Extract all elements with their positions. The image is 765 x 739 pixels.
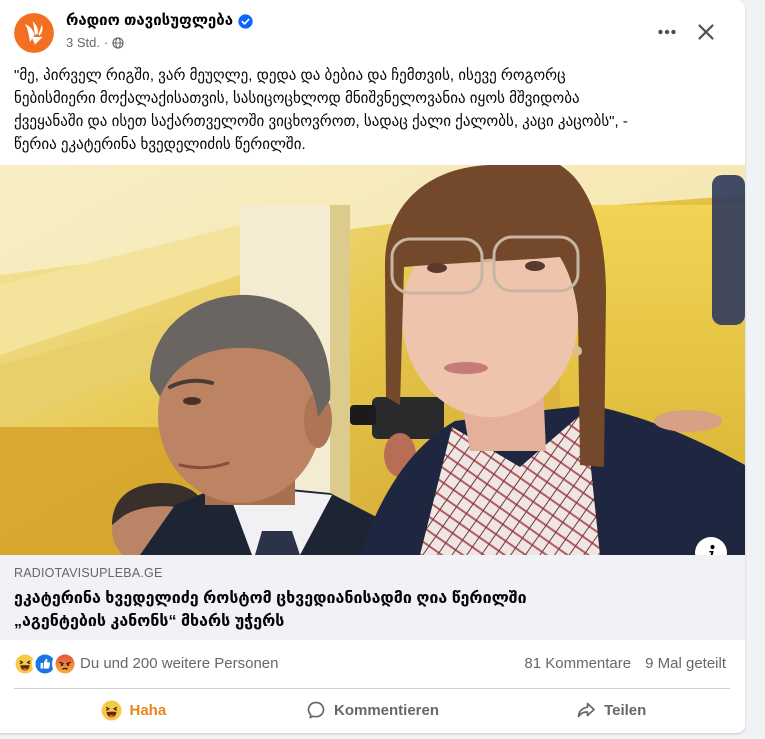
photo-illustration (0, 165, 745, 570)
actions-divider (14, 688, 730, 689)
post-message-line: წერია ეკატერინა ხვედელიძის წერილში. (14, 136, 306, 153)
link-title: ეკატერინა ხვედელიძე როსტომ ცხვედიანისადმ… (14, 587, 730, 633)
link-domain: RADIOTAVISUPLEBA.GE (14, 566, 163, 580)
reaction-summary[interactable]: Du und 200 weitere Personen (80, 654, 278, 674)
page-avatar[interactable] (14, 13, 54, 53)
raised-hand (654, 410, 722, 432)
engagement-counts: 81 Kommentare 9 Mal geteilt (524, 654, 726, 674)
haha-icon (100, 699, 122, 721)
post-message-line: "მე, პირველ რიგში, ვარ მეუღლე, დედა და ბ… (14, 67, 566, 84)
post-actions: Haha Kommentieren Teilen (14, 695, 730, 725)
more-options-button[interactable] (651, 16, 683, 48)
globe-icon[interactable] (112, 37, 124, 49)
post-meta: 3 Std. · (66, 34, 124, 52)
share-icon (575, 699, 597, 721)
post-photo[interactable] (0, 165, 745, 570)
post-timestamp[interactable]: 3 Std. (66, 34, 100, 52)
link-title-line: ეკატერინა ხვედელიძე როსტომ ცხვედიანისადმ… (14, 590, 527, 607)
comments-count[interactable]: 81 Kommentare (524, 654, 631, 674)
haha-reaction-button[interactable]: Haha (14, 695, 253, 725)
share-button[interactable]: Teilen (491, 695, 730, 725)
verified-badge-icon (238, 13, 253, 29)
close-button[interactable] (689, 15, 723, 49)
like-icon (34, 653, 56, 675)
haha-icon (14, 653, 36, 675)
shares-count[interactable]: 9 Mal geteilt (645, 654, 726, 674)
more-icon (658, 29, 676, 35)
action-label: Kommentieren (333, 701, 440, 719)
post-message-line: ნებისმიერი მოქალაქისათვის, სასიცოცხლოდ მ… (14, 90, 580, 107)
meta-separator: · (103, 35, 109, 50)
page-name[interactable]: რადიო თავისუფლება (66, 11, 233, 31)
comment-button[interactable]: Kommentieren (253, 695, 492, 725)
comment-icon (305, 699, 327, 721)
close-icon (698, 24, 714, 40)
reaction-icons[interactable] (14, 653, 76, 675)
post-card: რადიო თავისუფლება 3 Std. · "მე, პირველ რ… (0, 0, 745, 733)
action-label: Teilen (604, 701, 647, 719)
post-message: "მე, პირველ რიგში, ვარ მეუღლე, დედა და ბ… (14, 64, 734, 156)
angry-icon (54, 653, 76, 675)
post-message-line: ქვეყანაში და ისეთ საქართველოში ვიცხოვროთ… (14, 113, 628, 130)
link-title-line: „აგენტების კანონს“ მხარს უჭერს (14, 613, 285, 630)
link-preview[interactable]: RADIOTAVISUPLEBA.GE ეკატერინა ხვედელიძე … (0, 555, 745, 640)
rferl-logo-icon (14, 13, 54, 53)
action-label: Haha (129, 701, 167, 719)
page-name-row: რადიო თავისუფლება (66, 11, 253, 31)
